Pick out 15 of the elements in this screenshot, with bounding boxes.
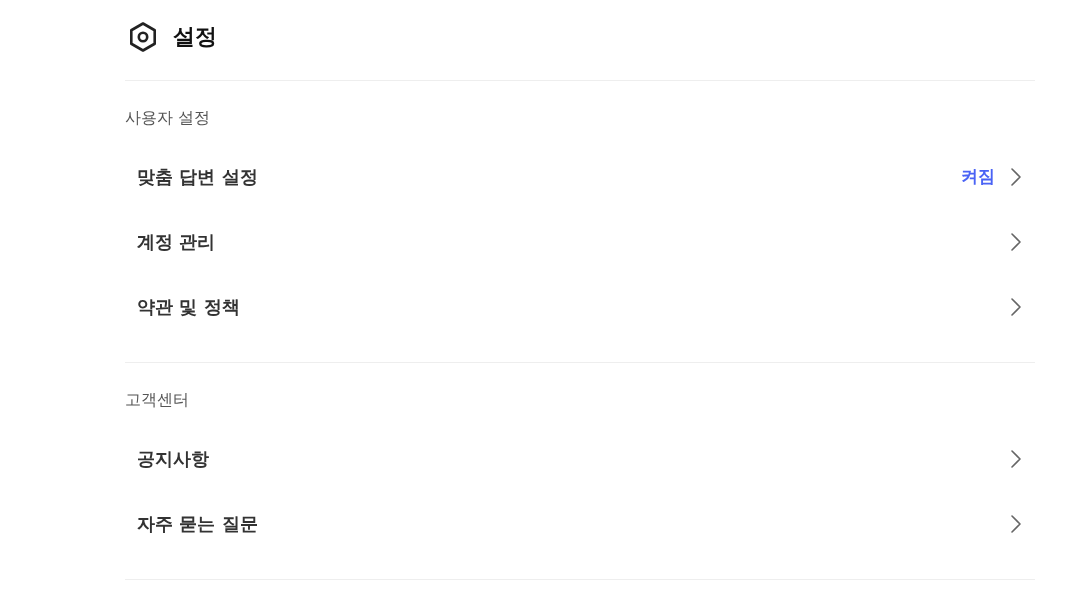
chevron-right-icon [1011,514,1021,533]
menu-item[interactable]: 약관 및 정책 [125,274,1035,339]
menu-item[interactable]: 공지사항 [125,426,1035,491]
chevron-right-icon [1011,449,1021,468]
settings-icon [127,21,159,53]
page-title: 설정 [173,23,217,51]
menu-item[interactable]: 계정 관리 [125,209,1035,274]
menu-item[interactable]: 맞춤 답변 설정 켜짐 [125,144,1035,209]
chevron-right-icon [1011,167,1021,186]
chevron-right-icon [1011,232,1021,251]
chevron-right-icon [1011,297,1021,316]
section-heading: 고객센터 [125,390,189,410]
status-text: 켜짐 [961,165,995,188]
section-heading: 사용자 설정 [125,108,211,128]
menu-item[interactable]: 자주 묻는 질문 [125,491,1035,556]
